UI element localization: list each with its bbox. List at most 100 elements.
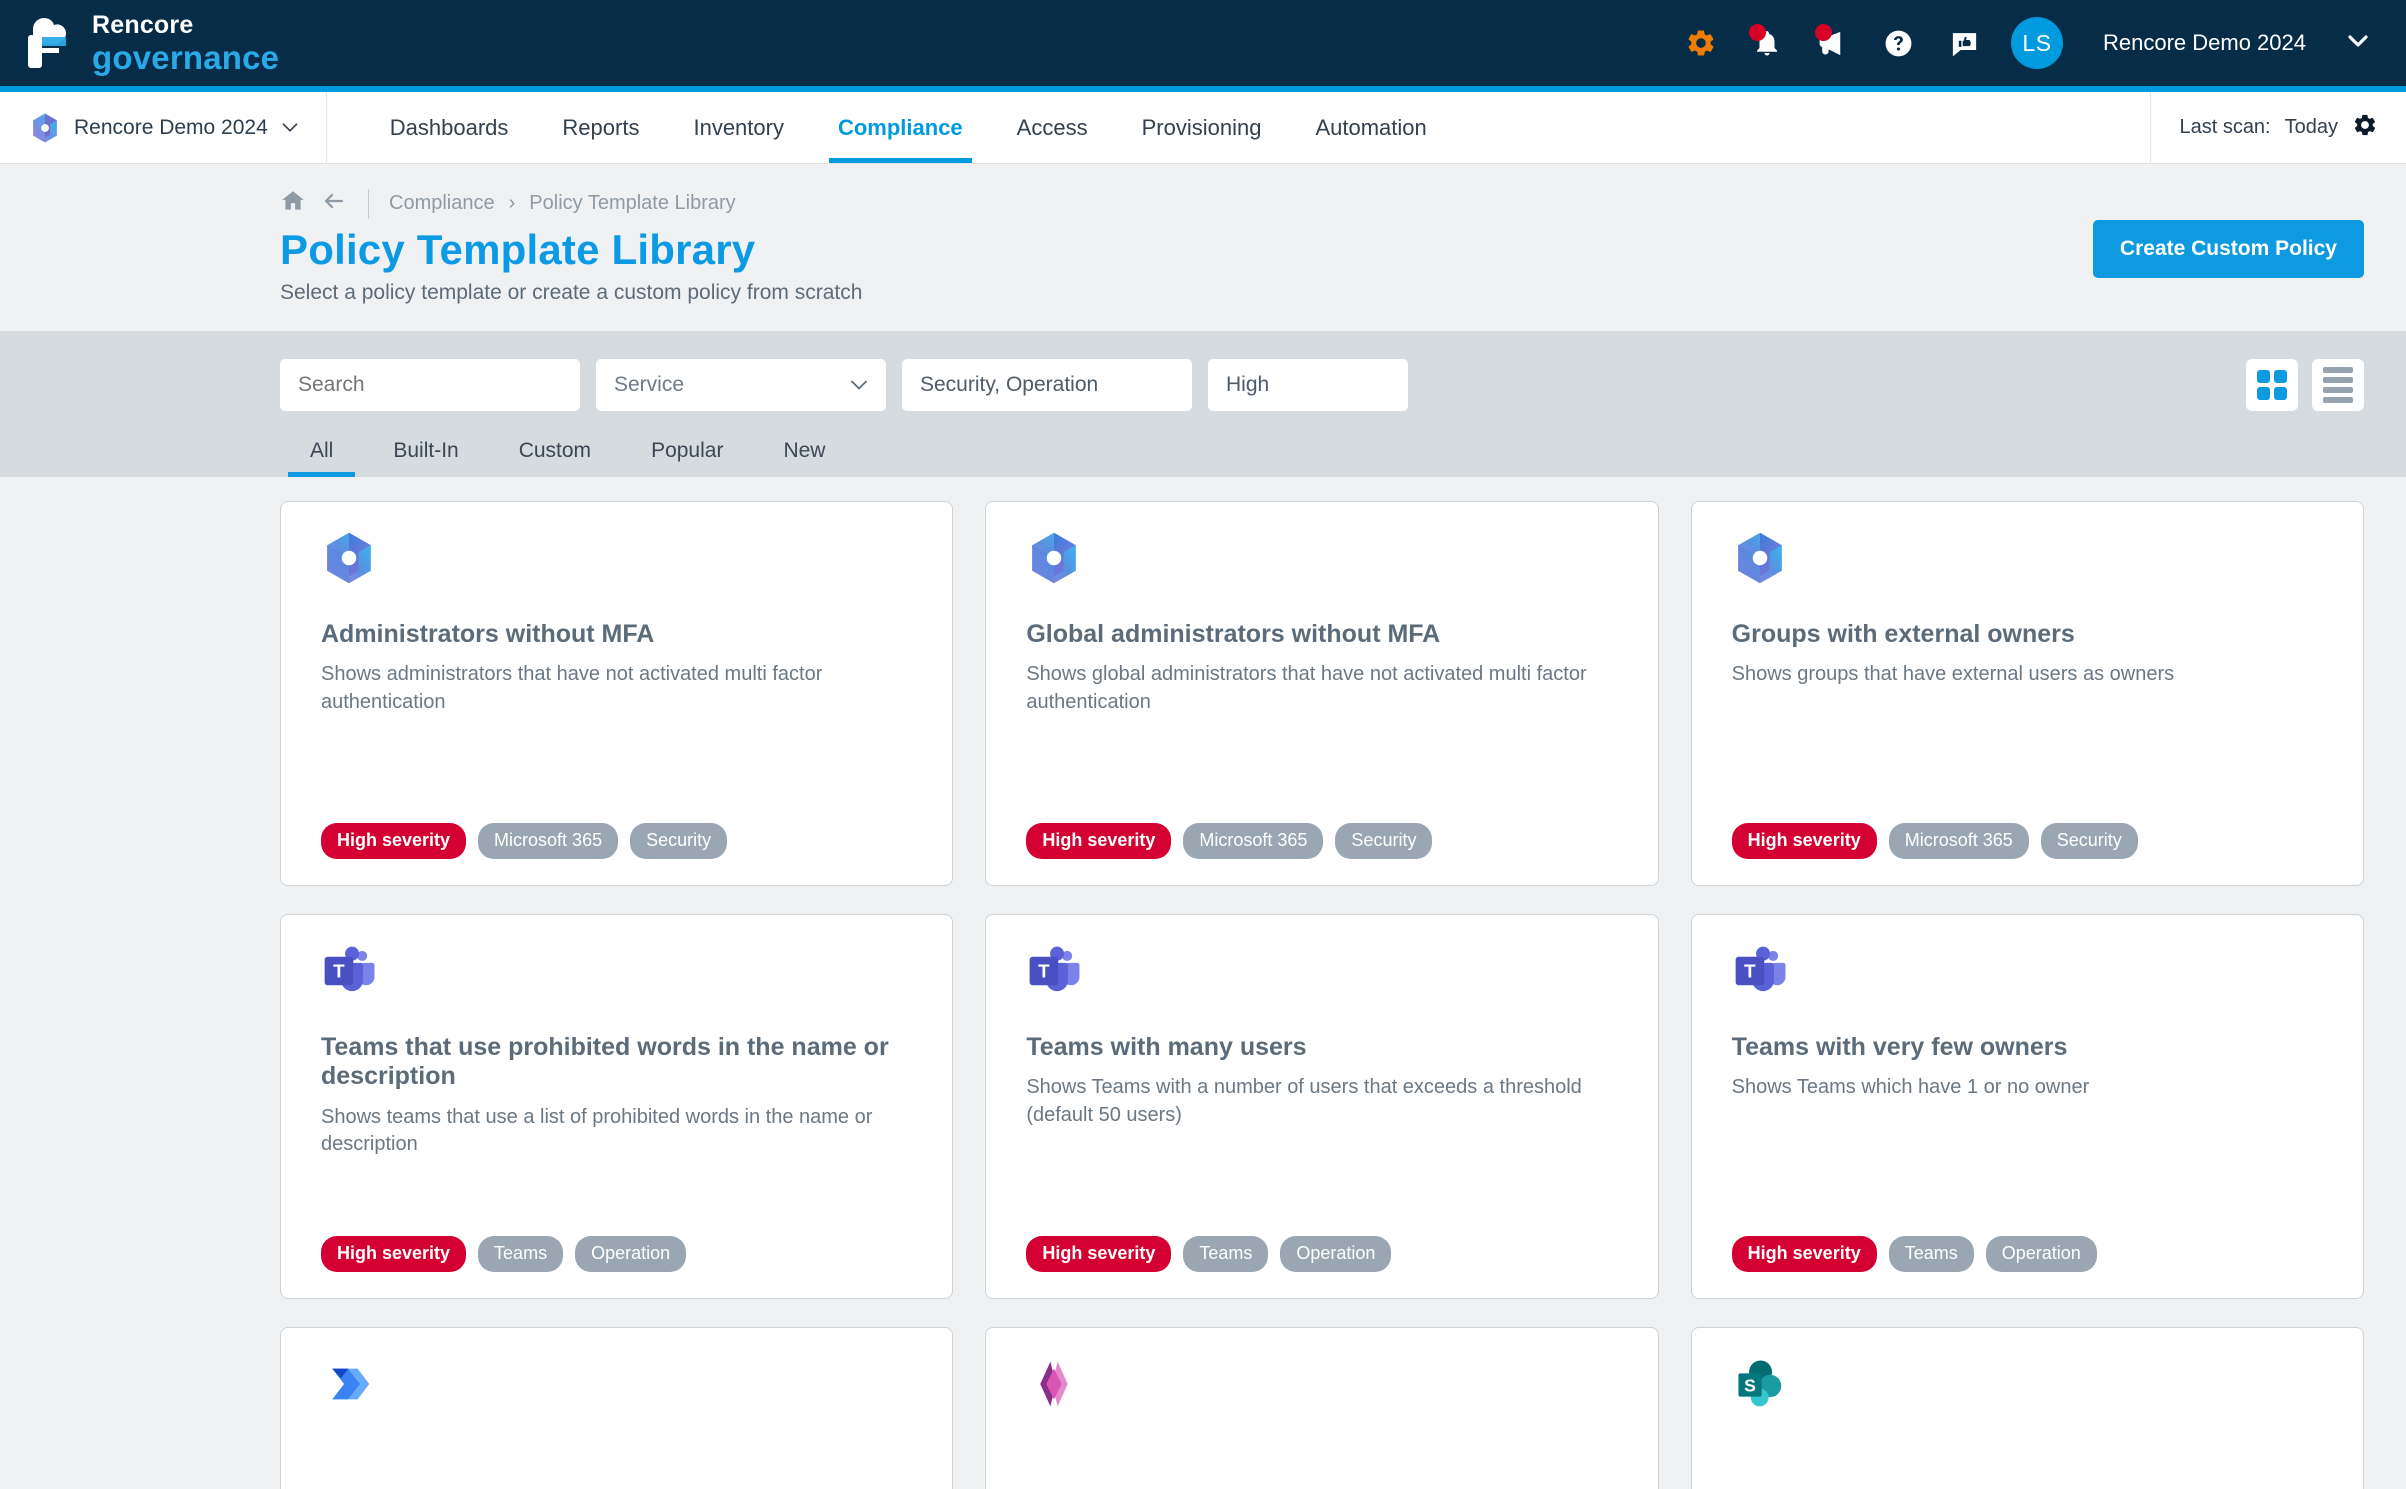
last-scan-label: Last scan: [2179, 116, 2270, 139]
tag-badge: Teams [1183, 1236, 1268, 1272]
policy-template-grid: Administrators without MFA Shows administ… [0, 477, 2406, 1489]
policy-template-description: Shows groups that have external users as… [1732, 661, 2325, 689]
service-filter-wrapper: Service [596, 359, 886, 411]
grid-view-icon[interactable] [2246, 359, 2298, 411]
sharepoint-icon: S [1732, 1356, 2325, 1428]
policy-template-badges: High severityMicrosoft 365Security [1026, 823, 1619, 859]
policy-template-card[interactable]: Groups with external ownersShows groups … [1691, 501, 2364, 886]
tenant-switcher-label: Rencore Demo 2024 [74, 116, 268, 140]
policy-template-card[interactable] [280, 1327, 953, 1489]
category-filter-field[interactable]: Security, Operation [902, 359, 1192, 411]
policy-template-card[interactable]: TTeams with many usersShows Teams with a… [985, 914, 1658, 1299]
policy-template-title: Teams with many users [1026, 1033, 1619, 1063]
policy-template-title: Teams with very few owners [1732, 1033, 2325, 1063]
back-arrow-icon[interactable] [320, 189, 348, 218]
breadcrumb: Compliance › Policy Template Library [0, 188, 2406, 219]
brand-wordmark: Rencore governance [92, 13, 279, 74]
page-subtitle: Select a policy template or create a cus… [0, 281, 2406, 305]
microsoft365-icon [321, 530, 914, 602]
nav-item-reports[interactable]: Reports [535, 92, 666, 163]
filter-row: Service Security, Operation High [0, 359, 2406, 411]
policy-template-card[interactable]: TTeams that use prohibited words in the … [280, 914, 953, 1299]
severity-badge: High severity [321, 823, 466, 859]
tab-new[interactable]: New [753, 431, 855, 477]
filter-bar: Service Security, Operation High All Bui… [0, 331, 2406, 477]
tab-popular[interactable]: Popular [621, 431, 753, 477]
search-input[interactable] [280, 359, 580, 411]
chevron-down-icon[interactable] [2346, 33, 2370, 54]
announcement-badge-dot [1815, 24, 1832, 41]
nav-item-dashboards[interactable]: Dashboards [363, 92, 536, 163]
tag-badge: Security [2041, 823, 2138, 859]
severity-badge: High severity [1732, 823, 1877, 859]
create-custom-policy-button[interactable]: Create Custom Policy [2093, 220, 2364, 278]
page-header: Compliance › Policy Template Library Pol… [0, 164, 2406, 331]
chevron-down-icon [280, 121, 300, 134]
tenant-switcher[interactable]: Rencore Demo 2024 [0, 92, 327, 163]
gear-icon[interactable] [1681, 23, 1721, 63]
home-icon[interactable] [280, 188, 306, 219]
brand-logo[interactable]: Rencore governance [20, 13, 279, 74]
tab-all[interactable]: All [280, 431, 363, 477]
policy-template-title: Administrators without MFA [321, 620, 914, 650]
card-spacer [1026, 716, 1619, 822]
nav-item-automation[interactable]: Automation [1288, 92, 1453, 163]
tag-badge: Teams [1889, 1236, 1974, 1272]
card-spacer [321, 1159, 914, 1236]
breadcrumb-separator: › [509, 192, 516, 215]
policy-template-description: Shows teams that use a list of prohibite… [321, 1104, 914, 1159]
tag-badge: Operation [1280, 1236, 1391, 1272]
app-header: Rencore governance [0, 0, 2406, 92]
feedback-icon[interactable] [1945, 23, 1985, 63]
breadcrumb-current: Policy Template Library [529, 192, 735, 215]
policy-template-badges: High severityMicrosoft 365Security [321, 823, 914, 859]
help-icon[interactable] [1879, 23, 1919, 63]
tag-badge: Operation [575, 1236, 686, 1272]
policy-template-badges: High severity Teams Operation [1026, 1236, 1619, 1272]
policy-template-description: Shows Teams which have 1 or no owner [1732, 1074, 2325, 1102]
svg-text:T: T [1744, 960, 1756, 981]
breadcrumb-divider [368, 189, 369, 219]
svg-text:S: S [1744, 1375, 1756, 1395]
main-navigation: Rencore Demo 2024 Dashboards Reports Inv… [0, 92, 2406, 164]
notification-badge-dot [1749, 24, 1766, 41]
breadcrumb-parent[interactable]: Compliance [389, 192, 495, 215]
tag-badge: Security [630, 823, 727, 859]
policy-template-card[interactable]: S [1691, 1327, 2364, 1489]
microsoft365-icon [28, 111, 62, 145]
power-automate-icon [321, 1356, 914, 1428]
nav-item-provisioning[interactable]: Provisioning [1115, 92, 1289, 163]
list-view-glyph [2323, 367, 2353, 403]
megaphone-icon[interactable] [1813, 23, 1853, 63]
severity-filter-field[interactable]: High [1208, 359, 1408, 411]
nav-item-inventory[interactable]: Inventory [666, 92, 811, 163]
header-tenant-label: Rencore Demo 2024 [2103, 30, 2306, 56]
tag-badge: Microsoft 365 [1183, 823, 1323, 859]
nav-item-compliance[interactable]: Compliance [811, 92, 990, 163]
avatar[interactable]: LS [2011, 17, 2063, 69]
last-scan-status: Last scan: Today [2150, 92, 2406, 163]
card-spacer [1732, 689, 2325, 823]
tab-custom[interactable]: Custom [489, 431, 621, 477]
policy-template-card[interactable]: Administrators without MFA Shows administ… [280, 501, 953, 886]
tag-badge: Teams [478, 1236, 563, 1272]
card-spacer [321, 716, 914, 822]
bell-icon[interactable] [1747, 23, 1787, 63]
policy-template-card[interactable]: Global administrators without MFAShows g… [985, 501, 1658, 886]
severity-badge: High severity [1732, 1236, 1877, 1272]
policy-template-description: Shows administrators that have not activ… [321, 661, 914, 716]
policy-template-badges: High severityTeamsOperation [321, 1236, 914, 1272]
card-spacer [1732, 1446, 2325, 1489]
nav-item-access[interactable]: Access [990, 92, 1115, 163]
list-view-icon[interactable] [2312, 359, 2364, 411]
rencore-logo-icon [20, 15, 78, 71]
scan-settings-gear-icon[interactable] [2352, 112, 2378, 144]
policy-template-card[interactable] [985, 1327, 1658, 1489]
tab-built-in[interactable]: Built-In [363, 431, 488, 477]
service-filter-select[interactable]: Service [596, 359, 886, 411]
microsoft365-icon [1732, 530, 2325, 602]
card-spacer [321, 1446, 914, 1489]
severity-badge: High severity [1026, 1236, 1171, 1272]
brand-name-bottom: governance [92, 41, 279, 74]
policy-template-card[interactable]: T Teams with very few owners Shows Teams w… [1691, 914, 2364, 1299]
